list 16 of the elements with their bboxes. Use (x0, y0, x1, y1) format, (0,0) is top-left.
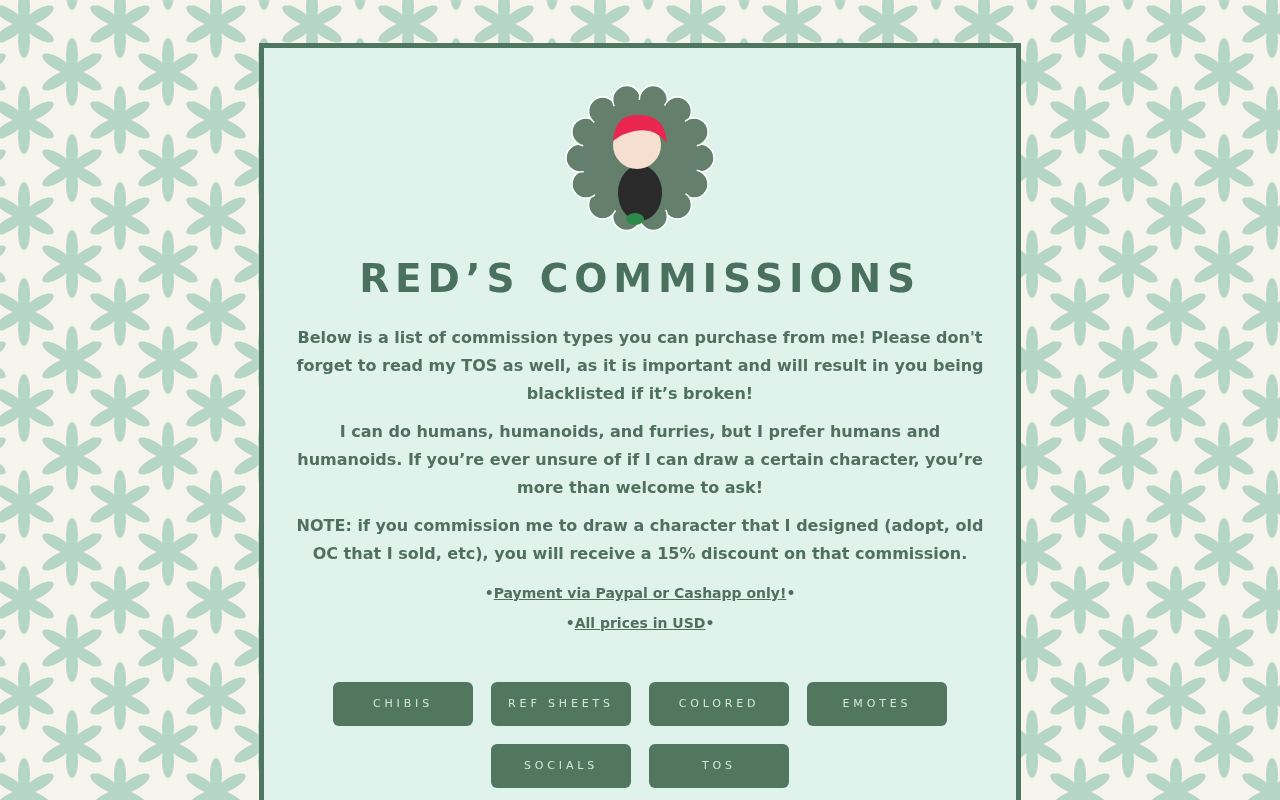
category-button[interactable]: CHIBIS (333, 682, 473, 726)
category-button[interactable]: REF SHEETS (491, 682, 631, 726)
note-link[interactable]: All prices in USD (574, 612, 706, 634)
intro-paragraph: Below is a list of commission types you can purchase from me! Please don't forget to read my TOS as well, as it is important and will result in you being blacklisted if it’s broken! (295, 327, 985, 405)
intro-paragraph: NOTE: if you commission me to draw a character that I designed (adopt, old OC that I sold, etc), you will receive a 15% discount on that commission. (295, 515, 985, 565)
note-link[interactable]: Payment via Paypal or Cashapp only! (493, 582, 787, 604)
bullet: • (786, 584, 796, 603)
bullet: • (705, 614, 715, 633)
page-title: RED’S COMMISSIONS (359, 259, 921, 298)
category-button[interactable]: COLORED (649, 682, 789, 726)
category-button[interactable]: TOS (649, 744, 789, 788)
bullet: • (484, 584, 494, 603)
bullet: • (565, 614, 575, 633)
category-button[interactable]: SOCIALS (491, 744, 631, 788)
category-button[interactable]: EMOTES (807, 682, 947, 726)
intro-paragraph: I can do humans, humanoids, and furries, but I prefer humans and humanoids. If you’re ever unsure of if I can draw a certain character, you’re more than welcome to ask! (296, 421, 984, 499)
